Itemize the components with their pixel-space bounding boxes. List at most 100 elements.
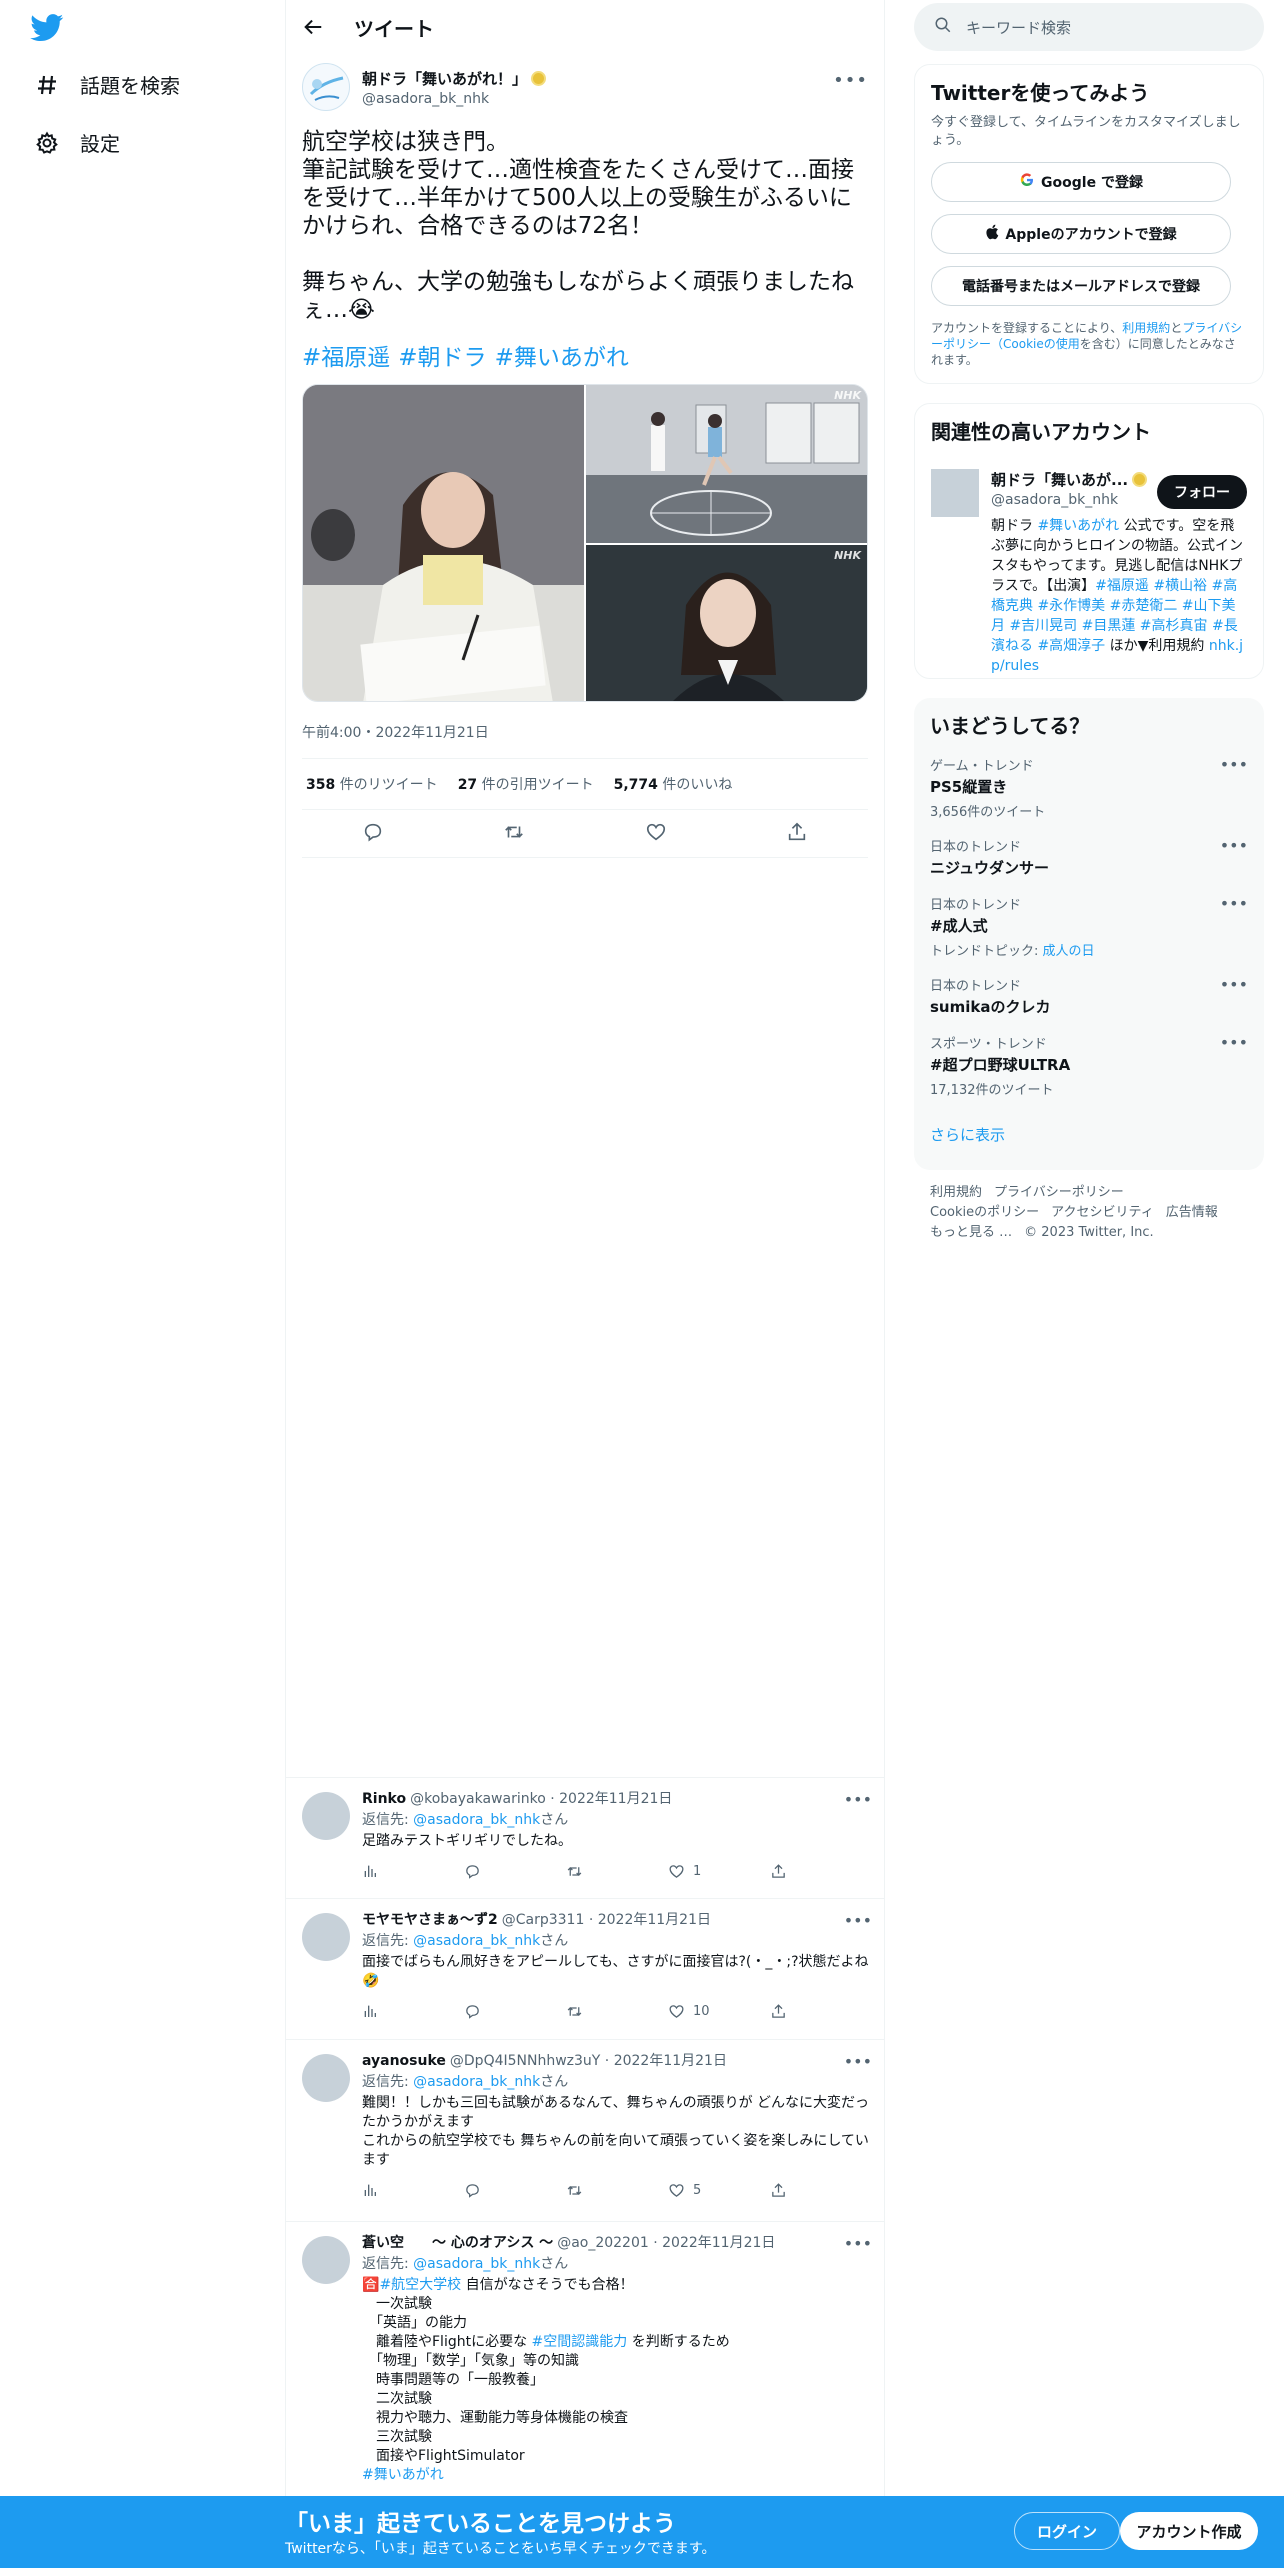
hashtag-link[interactable]: #福原遥 (302, 345, 390, 371)
trend-topic-label: トレンドトピック: (930, 944, 1043, 959)
share-icon[interactable] (770, 2003, 872, 2020)
trend-item[interactable]: スポーツ・トレンド #超プロ野球ULTRA 17,132件のツイート ••• (930, 1033, 1248, 1098)
reply-to-prefix: 返信先: (362, 2074, 414, 2090)
retweet-icon[interactable] (566, 1863, 668, 1880)
author-avatar[interactable] (302, 63, 350, 111)
author-handle[interactable]: @asadora_bk_nhk (362, 91, 546, 107)
reply-to-handle[interactable]: @asadora_bk_nhk (413, 2256, 540, 2272)
reply-text: 🈴#航空大学校 自信がなさそうでも合格！ 一次試験 「英語」の能力 離着陸やFl… (362, 2276, 872, 2485)
terms-link[interactable]: 利用規約 (1122, 321, 1170, 335)
related-account-avatar[interactable] (931, 469, 979, 517)
photo-balance-test[interactable]: NHK (586, 385, 867, 543)
more-options-icon[interactable]: ••• (1220, 975, 1248, 994)
reply-author-name[interactable]: モヤモヤさまぁ～ず2 (362, 1911, 498, 1930)
left-navigation: 話題を検索 設定 (0, 0, 285, 2568)
share-icon[interactable] (786, 821, 808, 847)
hashtag-icon (34, 72, 60, 98)
signup-subtitle: 今すぐ登録して、タイムラインをカスタマイズしましょう。 (931, 115, 1241, 148)
more-options-icon[interactable]: ••• (844, 2052, 872, 2071)
hashtag-link[interactable]: #舞いあがれ (362, 2467, 444, 2483)
more-options-icon[interactable]: ••• (844, 1790, 872, 1809)
more-options-icon[interactable]: ••• (844, 1911, 872, 1930)
tweet-actions (302, 810, 868, 858)
share-icon[interactable] (770, 2182, 872, 2199)
retweet-icon[interactable] (566, 2182, 668, 2199)
nav-explore[interactable]: 話題を検索 (34, 70, 180, 99)
hashtag-link[interactable]: #空間認識能力 (532, 2334, 628, 2350)
tweet-hashtags: #福原遥 #朝ドラ #舞いあがれ (302, 338, 868, 372)
more-options-icon[interactable]: ••• (1220, 894, 1248, 913)
phone-email-signup-button[interactable]: 電話番号またはメールアドレスで登録 (931, 266, 1231, 306)
retweet-icon[interactable] (566, 2003, 668, 2020)
nhk-watermark: NHK (834, 549, 861, 562)
reply-avatar[interactable] (302, 1913, 350, 1961)
views-icon[interactable] (362, 2182, 464, 2198)
photo-student-writing[interactable] (303, 385, 584, 701)
reply-icon[interactable] (362, 821, 384, 847)
nav-settings[interactable]: 設定 (34, 128, 120, 157)
footer-ads-link[interactable]: 広告情報 (1166, 1205, 1218, 1220)
more-options-icon[interactable]: ••• (833, 70, 868, 91)
hashtag-link[interactable]: #航空大学校 (379, 2277, 461, 2293)
reply-tweet[interactable]: 蒼い空 ～ 心のオアシス ～ @ao_202201 · 2022年11月21日 •… (286, 2221, 884, 2496)
create-account-button[interactable]: アカウント作成 (1120, 2512, 1258, 2550)
quote-count[interactable]: 27 件の引用ツイート (458, 774, 594, 794)
login-button[interactable]: ログイン (1014, 2512, 1120, 2550)
trends-card: いまどうしてる？ ゲーム・トレンド PS5縦置き 3,656件のツイート •••… (914, 698, 1264, 1170)
more-options-icon[interactable]: ••• (1220, 755, 1248, 774)
reply-to-handle[interactable]: @asadora_bk_nhk (413, 2074, 540, 2090)
tweet-timestamp[interactable]: 午前4:00・2022年11月21日 (302, 722, 868, 742)
search-input[interactable]: キーワード検索 (914, 3, 1264, 51)
trend-item[interactable]: ゲーム・トレンド PS5縦置き 3,656件のツイート ••• (930, 755, 1248, 820)
twitter-logo-icon[interactable] (30, 14, 64, 46)
tweet-media-grid: NHK NHK (302, 384, 868, 702)
views-icon[interactable] (362, 2003, 464, 2019)
retweet-count[interactable]: 358 件のリツイート (306, 774, 438, 794)
footer-cookie-link[interactable]: Cookieのポリシー (930, 1205, 1039, 1220)
reply-tweet[interactable]: モヤモヤさまぁ～ず2 @Carp3311 · 2022年11月21日 ••• 返信… (286, 1898, 884, 2039)
photo-interview[interactable]: NHK (586, 545, 867, 701)
trend-name: #超プロ野球ULTRA (930, 1056, 1071, 1074)
trend-topic-link[interactable]: 成人の日 (1043, 944, 1095, 959)
views-icon[interactable] (362, 1863, 464, 1879)
back-arrow-icon[interactable] (302, 16, 324, 38)
show-more-link[interactable]: さらに表示 (930, 1124, 1248, 1145)
footer-accessibility-link[interactable]: アクセシビリティ (1051, 1205, 1154, 1220)
like-count[interactable]: 5,774 件のいいね (614, 774, 733, 794)
reply-tweet[interactable]: ayanosuke @DpQ4I5NNhhwz3uY · 2022年11月21日 … (286, 2039, 884, 2221)
reply-author-name[interactable]: 蒼い空 ～ 心のオアシス ～ (362, 2234, 553, 2253)
reply-author-name[interactable]: ayanosuke (362, 2052, 446, 2071)
reply-icon[interactable] (464, 2003, 566, 2020)
reply-tweet[interactable]: Rinko @kobayakawarinko · 2022年11月21日 ••• … (286, 1777, 884, 1898)
trend-item[interactable]: 日本のトレンド #成人式 トレンドトピック: 成人の日 ••• (930, 894, 1248, 959)
hashtag-link[interactable]: #朝ドラ (398, 345, 486, 371)
google-signup-button[interactable]: Google で登録 (931, 162, 1231, 202)
like-button[interactable]: 5 (668, 2181, 770, 2200)
more-options-icon[interactable]: ••• (844, 2234, 872, 2253)
like-button[interactable]: 10 (668, 2002, 770, 2021)
more-options-icon[interactable]: ••• (1220, 836, 1248, 855)
more-options-icon[interactable]: ••• (1220, 1033, 1248, 1052)
reply-to-handle[interactable]: @asadora_bk_nhk (413, 1812, 540, 1828)
like-button[interactable]: 1 (668, 1862, 770, 1881)
reply-to-handle[interactable]: @asadora_bk_nhk (413, 1933, 540, 1949)
footer-more-link[interactable]: もっと見る … (930, 1225, 1012, 1240)
share-icon[interactable] (770, 1863, 872, 1880)
hashtag-link[interactable]: #舞いあがれ (1037, 518, 1119, 534)
hashtag-link[interactable]: #舞いあがれ (495, 345, 629, 371)
reply-avatar[interactable] (302, 2054, 350, 2102)
trend-item[interactable]: 日本のトレンド ニジュウダンサー ••• (930, 836, 1248, 878)
footer-terms-link[interactable]: 利用規約 (930, 1185, 982, 1200)
apple-signup-button[interactable]: Appleのアカウントで登録 (931, 214, 1231, 254)
trend-item[interactable]: 日本のトレンド sumikaのクレカ ••• (930, 975, 1248, 1017)
reply-avatar[interactable] (302, 2236, 350, 2284)
like-icon[interactable] (645, 821, 667, 847)
author-name[interactable]: 朝ドラ「舞いあがれ！」 (362, 68, 547, 89)
reply-icon[interactable] (464, 2182, 566, 2199)
follow-button[interactable]: フォロー (1157, 475, 1247, 509)
retweet-icon[interactable] (503, 821, 525, 847)
reply-author-name[interactable]: Rinko (362, 1790, 406, 1809)
footer-privacy-link[interactable]: プライバシーポリシー (994, 1185, 1124, 1200)
reply-icon[interactable] (464, 1863, 566, 1880)
reply-avatar[interactable] (302, 1792, 350, 1840)
